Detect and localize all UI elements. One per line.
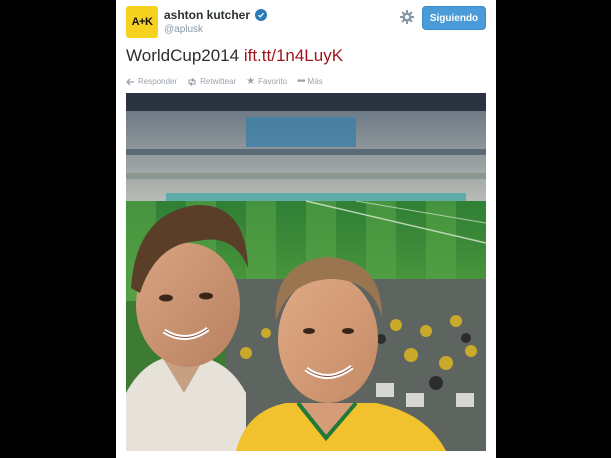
more-icon: ••• <box>297 76 305 87</box>
tweet-card: A+K ashton kutcher @aplusk Siguiendo Wor… <box>116 0 496 458</box>
more-label: Más <box>307 77 323 86</box>
verified-badge-icon <box>255 9 268 21</box>
tweet-photo[interactable] <box>126 93 486 451</box>
following-button[interactable]: Siguiendo <box>422 6 486 30</box>
reply-label: Responder <box>138 77 178 86</box>
favorite-action[interactable]: ★ Favorito <box>246 76 287 87</box>
avatar-logo-text: A+K <box>131 16 153 28</box>
tweet-header: A+K ashton kutcher @aplusk Siguiendo <box>116 0 496 44</box>
favorite-label: Favorito <box>258 77 288 86</box>
author-handle[interactable]: @aplusk <box>164 24 203 35</box>
gear-icon[interactable] <box>398 8 416 26</box>
stadium-selfie-image <box>126 93 486 451</box>
more-action[interactable]: ••• Más <box>297 76 323 87</box>
tweet-text-body: WorldCup2014 <box>126 46 240 65</box>
tweet-actions: Responder Retwittear ★ Favorito ••• Más <box>126 76 323 87</box>
reply-icon <box>126 78 134 85</box>
retweet-label: Retwittear <box>200 77 237 86</box>
author-name-row[interactable]: ashton kutcher <box>164 8 268 22</box>
star-icon: ★ <box>246 76 256 87</box>
tweet-link[interactable]: ift.tt/1n4LuyK <box>244 46 343 65</box>
reply-action[interactable]: Responder <box>126 77 177 86</box>
tweet-text: WorldCup2014 ift.tt/1n4LuyK <box>126 46 343 66</box>
avatar[interactable]: A+K <box>126 6 158 38</box>
retweet-icon <box>188 77 196 86</box>
author-name[interactable]: ashton kutcher <box>164 8 250 22</box>
retweet-action[interactable]: Retwittear <box>187 77 236 86</box>
